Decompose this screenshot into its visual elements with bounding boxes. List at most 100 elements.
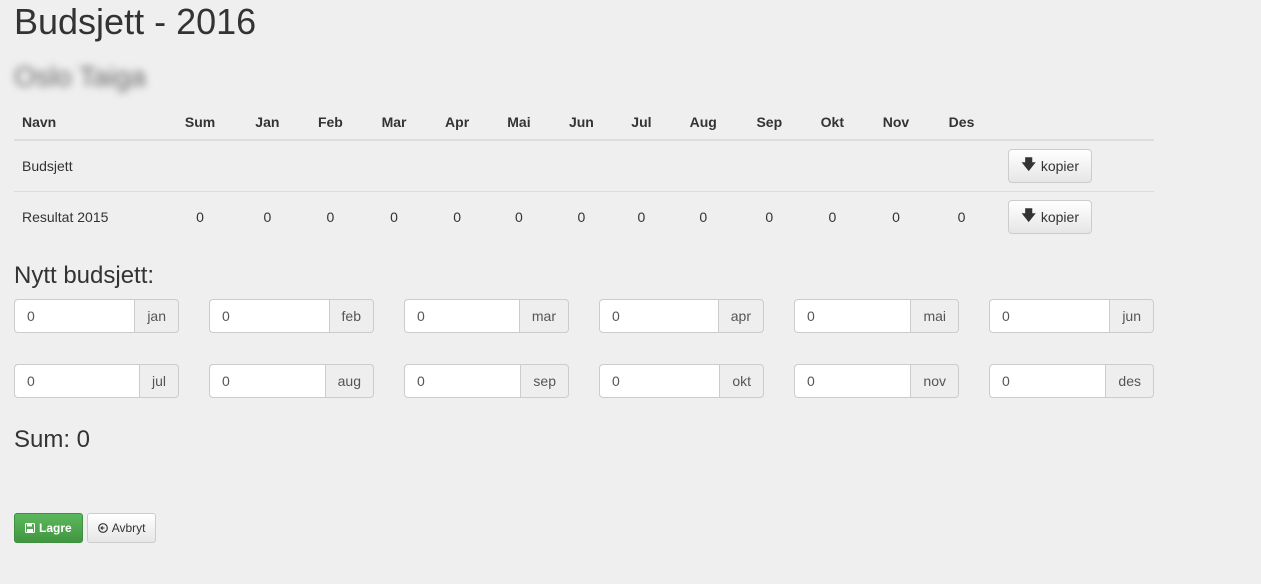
cell-apr	[425, 140, 489, 192]
month-input-group-mai: mai	[794, 299, 959, 333]
month-addon-mai: mai	[910, 299, 959, 333]
row-name: Budsjett	[14, 140, 164, 192]
month-addon-feb: feb	[328, 299, 374, 333]
cell-aug: 0	[699, 208, 708, 225]
col-header-mar: Mar	[362, 104, 426, 141]
cell-sum: 0	[196, 208, 204, 225]
kopier-label: kopier	[1040, 208, 1079, 225]
cell-mai: 0	[515, 208, 523, 225]
row-action-cell: 🡇 kopier	[994, 191, 1154, 242]
month-addon-jul: jul	[138, 364, 179, 398]
col-header-apr: Apr	[425, 104, 489, 141]
month-addon-apr: apr	[717, 299, 764, 333]
month-addon-jun: jun	[1109, 299, 1154, 333]
circle-arrow-left-icon	[97, 523, 108, 533]
month-input-group-nov: nov	[794, 364, 959, 398]
month-input-mar[interactable]	[404, 299, 519, 333]
month-addon-mar: mar	[518, 299, 569, 333]
month-input-des[interactable]	[989, 364, 1106, 398]
cell-jan	[236, 140, 299, 192]
month-input-grid: jan feb mar apr mai jun jul aug sep okt …	[14, 299, 1154, 398]
cell-des	[929, 140, 994, 192]
row-name: Resultat 2015	[22, 208, 109, 225]
col-header-navn: Navn	[14, 104, 164, 141]
cell-sum	[164, 140, 237, 192]
cell-sep	[736, 140, 802, 192]
cell-jun: 0	[577, 208, 586, 225]
save-button[interactable]: Lagre	[14, 513, 83, 543]
month-input-group-feb: feb	[209, 299, 374, 333]
month-addon-des: des	[1105, 364, 1154, 398]
month-input-group-okt: okt	[599, 364, 764, 398]
col-header-jul: Jul	[613, 104, 670, 141]
cell-jul	[613, 140, 670, 192]
save-label: Lagre	[39, 521, 72, 535]
month-input-group-jul: jul	[14, 364, 179, 398]
kopier-label: kopier	[1040, 157, 1079, 174]
sum-total: Sum: 0	[14, 426, 91, 453]
month-input-group-des: des	[989, 364, 1154, 398]
month-addon-okt: okt	[719, 364, 764, 398]
cell-feb: 0	[326, 208, 335, 225]
month-input-jun[interactable]	[989, 299, 1110, 333]
month-addon-sep: sep	[520, 364, 569, 398]
cell-aug	[669, 140, 737, 192]
col-header-des: Des	[929, 104, 994, 141]
kopier-button[interactable]: 🡇 kopier	[1008, 148, 1092, 183]
cell-jul: 0	[637, 208, 646, 225]
page-title: Budsjett - 2016	[14, 1, 257, 42]
blurred-subtitle: Oslo Taiga	[14, 61, 146, 92]
col-header-feb: Feb	[298, 104, 363, 141]
month-input-aug[interactable]	[209, 364, 325, 398]
month-input-jul[interactable]	[14, 364, 139, 398]
col-header-nov: Nov	[862, 104, 930, 141]
cell-okt: 0	[828, 208, 837, 225]
month-input-feb[interactable]	[209, 299, 329, 333]
cell-feb	[298, 140, 363, 192]
month-input-sep[interactable]	[404, 364, 521, 398]
month-input-group-jun: jun	[989, 299, 1154, 333]
month-input-group-sep: sep	[404, 364, 569, 398]
cell-sep: 0	[765, 208, 774, 225]
col-header-jun: Jun	[549, 104, 614, 141]
arrow-down-icon: 🡇	[1021, 155, 1036, 172]
col-header-sep: Sep	[736, 104, 802, 141]
cell-des: 0	[957, 208, 966, 225]
cell-mar: 0	[390, 208, 398, 225]
month-input-group-mar: mar	[404, 299, 569, 333]
col-header-sum: Sum	[164, 104, 237, 141]
col-header-jan: Jan	[236, 104, 299, 141]
month-input-group-jan: jan	[14, 299, 179, 333]
cell-okt	[801, 140, 863, 192]
cancel-label: Avbryt	[111, 521, 146, 535]
month-input-jan[interactable]	[14, 299, 135, 333]
arrow-down-icon: 🡇	[1021, 206, 1036, 223]
cell-mar	[362, 140, 426, 192]
cell-apr: 0	[453, 208, 461, 225]
month-input-okt[interactable]	[599, 364, 720, 398]
col-header-aug: Aug	[669, 104, 737, 141]
row-action-cell: 🡇 kopier	[994, 140, 1154, 192]
cell-nov: 0	[892, 208, 900, 225]
table-row-budsjett: Budsjett 🡇 kopier	[14, 140, 1154, 192]
col-header-okt: Okt	[801, 104, 863, 141]
cell-jan: 0	[263, 208, 272, 225]
col-header-mai: Mai	[488, 104, 550, 141]
table-row-resultat: Resultat 2015 0 0 0 0 0 0 0 0 0 0 0 0 0 …	[14, 191, 1154, 242]
budget-table: Navn Sum Jan Feb Mar Apr Mai Jun Jul Aug…	[14, 104, 1154, 242]
cell-jun	[549, 140, 614, 192]
new-budget-title: Nytt budsjett:	[14, 262, 155, 289]
month-input-nov[interactable]	[794, 364, 911, 398]
month-addon-aug: aug	[324, 364, 374, 398]
kopier-button[interactable]: 🡇 kopier	[1008, 199, 1092, 234]
cancel-button[interactable]: Avbryt	[86, 513, 157, 543]
month-addon-jan: jan	[134, 299, 179, 333]
floppy-disk-icon	[25, 523, 35, 533]
month-addon-nov: nov	[910, 364, 959, 398]
table-header-row: Navn Sum Jan Feb Mar Apr Mai Jun Jul Aug…	[14, 104, 1154, 141]
cell-mai	[488, 140, 550, 192]
month-input-group-aug: aug	[209, 364, 374, 398]
month-input-mai[interactable]	[794, 299, 911, 333]
month-input-apr[interactable]	[599, 299, 718, 333]
cell-nov	[862, 140, 930, 192]
